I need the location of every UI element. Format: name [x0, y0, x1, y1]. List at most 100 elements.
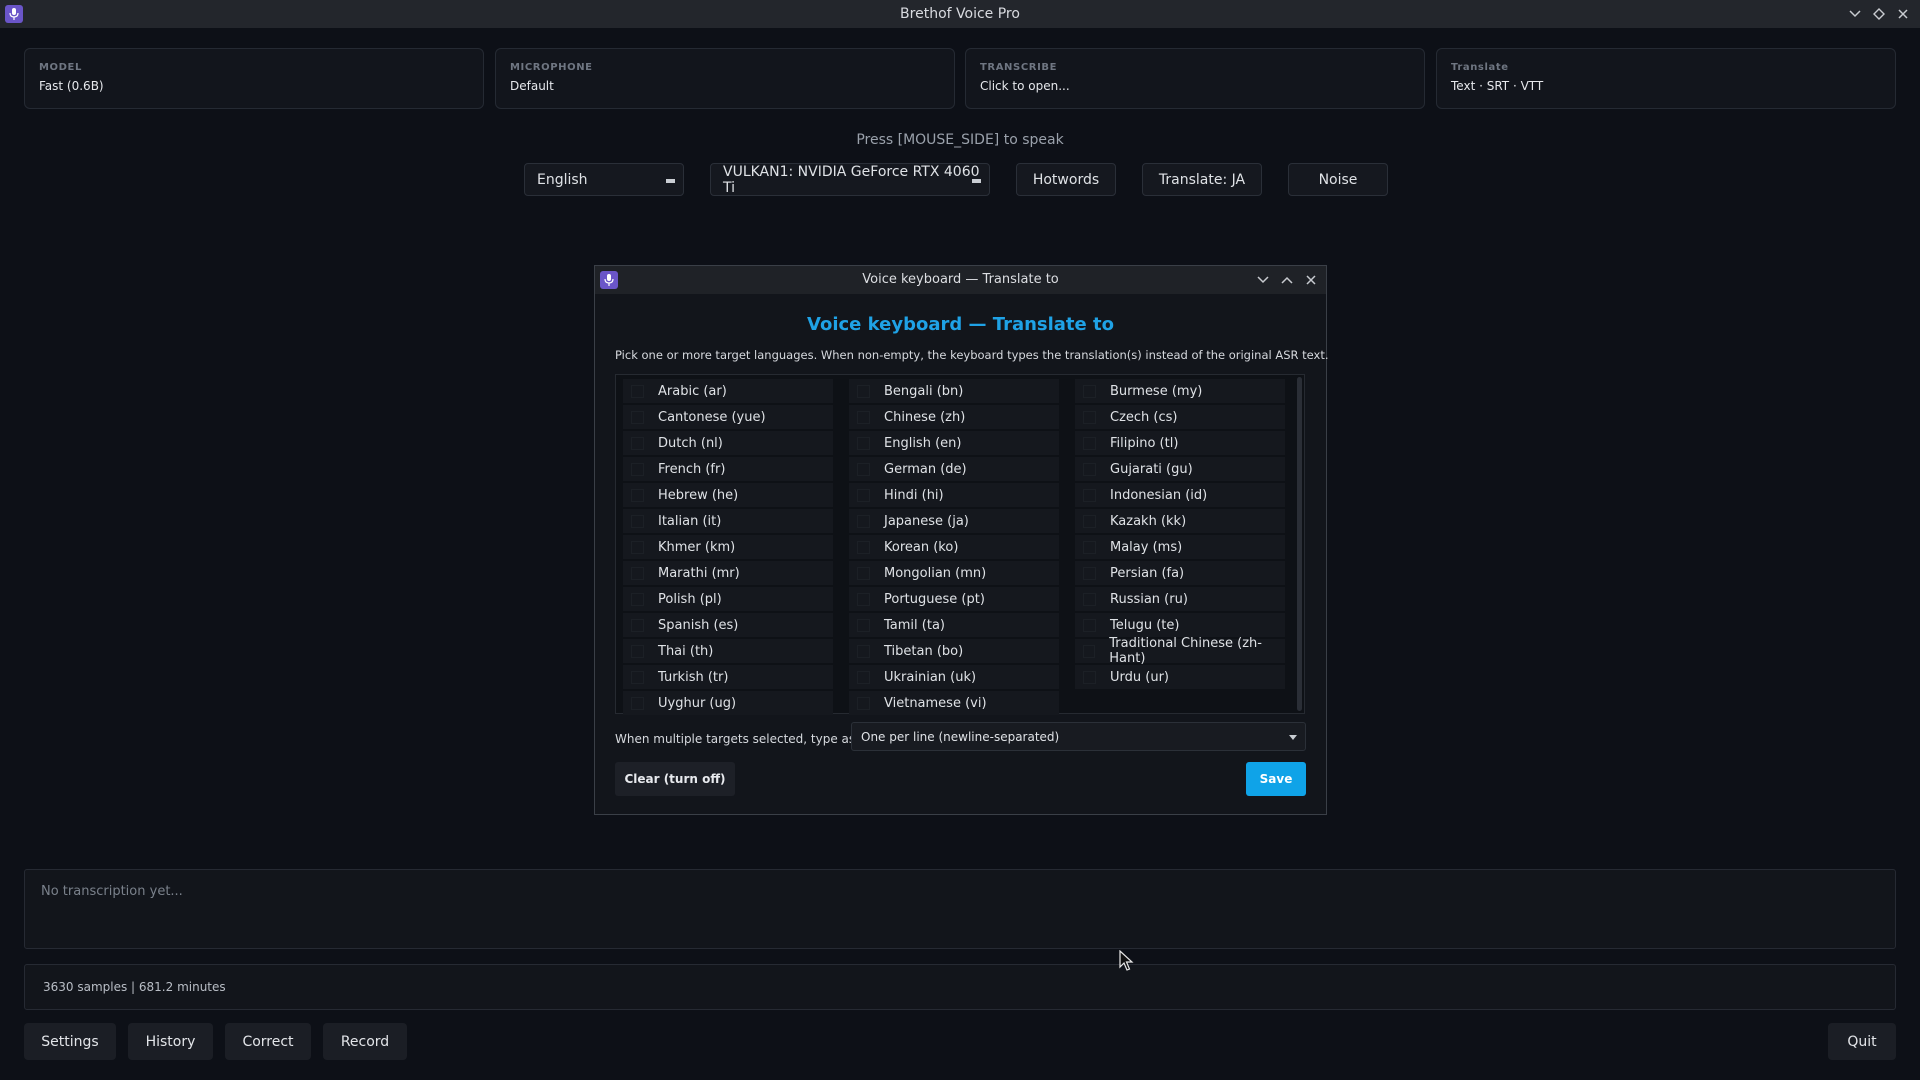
language-option[interactable]: Tibetan (bo): [849, 639, 1059, 663]
translate-card[interactable]: Translate Text · SRT · VTT: [1436, 48, 1896, 109]
language-option[interactable]: Thai (th): [623, 639, 833, 663]
language-option[interactable]: Turkish (tr): [623, 665, 833, 689]
save-button[interactable]: Save: [1246, 762, 1306, 796]
language-option[interactable]: Hindi (hi): [849, 483, 1059, 507]
chevron-down-icon[interactable]: [1846, 4, 1864, 24]
language-option[interactable]: Polish (pl): [623, 587, 833, 611]
language-option[interactable]: Japanese (ja): [849, 509, 1059, 533]
language-checkbox[interactable]: [1083, 618, 1096, 632]
language-option[interactable]: German (de): [849, 457, 1059, 481]
language-option[interactable]: Spanish (es): [623, 613, 833, 637]
language-option[interactable]: French (fr): [623, 457, 833, 481]
language-checkbox[interactable]: [857, 566, 870, 580]
clear-button[interactable]: Clear (turn off): [615, 762, 735, 796]
language-option[interactable]: Traditional Chinese (zh-Hant): [1075, 636, 1285, 666]
language-checkbox[interactable]: [631, 670, 644, 684]
language-checkbox[interactable]: [857, 436, 870, 450]
language-checkbox[interactable]: [631, 566, 644, 580]
scrollbar[interactable]: [1297, 377, 1302, 711]
language-option[interactable]: Portuguese (pt): [849, 587, 1059, 611]
language-checkbox[interactable]: [631, 488, 644, 502]
close-icon[interactable]: [1894, 4, 1912, 24]
language-checkbox[interactable]: [1083, 384, 1096, 398]
history-button[interactable]: History: [128, 1023, 213, 1060]
language-option[interactable]: Filipino (tl): [1075, 431, 1285, 455]
language-option[interactable]: Cantonese (yue): [623, 405, 833, 429]
language-option[interactable]: Korean (ko): [849, 535, 1059, 559]
language-checkbox[interactable]: [1083, 670, 1096, 684]
language-checkbox[interactable]: [631, 696, 644, 710]
close-icon[interactable]: [1302, 270, 1320, 290]
transcribe-card[interactable]: TRANSCRIBE Click to open...: [965, 48, 1425, 109]
language-option[interactable]: Hebrew (he): [623, 483, 833, 507]
language-checkbox[interactable]: [631, 644, 644, 658]
language-checkbox[interactable]: [1083, 566, 1096, 580]
language-checkbox[interactable]: [857, 540, 870, 554]
language-option[interactable]: Khmer (km): [623, 535, 833, 559]
record-button[interactable]: Record: [323, 1023, 407, 1060]
settings-button[interactable]: Settings: [24, 1023, 116, 1060]
diamond-icon[interactable]: [1870, 4, 1888, 24]
language-checkbox[interactable]: [857, 514, 870, 528]
language-option[interactable]: Persian (fa): [1075, 561, 1285, 585]
device-select[interactable]: VULKAN1: NVIDIA GeForce RTX 4060 Ti: [710, 163, 990, 196]
language-select[interactable]: English: [524, 163, 684, 196]
language-checkbox[interactable]: [1083, 488, 1096, 502]
language-checkbox[interactable]: [631, 462, 644, 476]
language-checkbox[interactable]: [857, 618, 870, 632]
language-option[interactable]: Arabic (ar): [623, 379, 833, 403]
maximize-icon[interactable]: [1278, 270, 1296, 290]
language-option[interactable]: Ukrainian (uk): [849, 665, 1059, 689]
language-checkbox[interactable]: [1083, 462, 1096, 476]
language-option[interactable]: Tamil (ta): [849, 613, 1059, 637]
language-checkbox[interactable]: [857, 462, 870, 476]
transcription-output[interactable]: No transcription yet...: [24, 869, 1896, 949]
language-option[interactable]: English (en): [849, 431, 1059, 455]
hotwords-button[interactable]: Hotwords: [1016, 163, 1116, 196]
language-checkbox[interactable]: [1083, 410, 1096, 424]
language-checkbox[interactable]: [857, 410, 870, 424]
microphone-card[interactable]: MICROPHONE Default: [495, 48, 955, 109]
language-option[interactable]: Indonesian (id): [1075, 483, 1285, 507]
language-option[interactable]: Dutch (nl): [623, 431, 833, 455]
language-option[interactable]: Italian (it): [623, 509, 833, 533]
noise-button[interactable]: Noise: [1288, 163, 1388, 196]
language-checkbox[interactable]: [1083, 514, 1096, 528]
language-checkbox[interactable]: [857, 592, 870, 606]
language-list[interactable]: Arabic (ar) Bengali (bn) Burmese (my) Canto…: [615, 374, 1305, 715]
language-option[interactable]: Kazakh (kk): [1075, 509, 1285, 533]
language-checkbox[interactable]: [1083, 592, 1096, 606]
language-checkbox[interactable]: [1083, 540, 1096, 554]
minimize-icon[interactable]: [1254, 270, 1272, 290]
language-checkbox[interactable]: [631, 618, 644, 632]
language-checkbox[interactable]: [631, 436, 644, 450]
language-option[interactable]: Gujarati (gu): [1075, 457, 1285, 481]
language-option[interactable]: Urdu (ur): [1075, 665, 1285, 689]
language-option[interactable]: Vietnamese (vi): [849, 691, 1059, 715]
language-checkbox[interactable]: [1083, 644, 1096, 658]
language-checkbox[interactable]: [631, 540, 644, 554]
language-option[interactable]: Marathi (mr): [623, 561, 833, 585]
translate-button[interactable]: Translate: JA: [1142, 163, 1262, 196]
language-option[interactable]: Chinese (zh): [849, 405, 1059, 429]
multi-target-select[interactable]: One per line (newline-separated): [851, 722, 1306, 751]
quit-button[interactable]: Quit: [1828, 1023, 1896, 1060]
language-checkbox[interactable]: [857, 670, 870, 684]
language-option[interactable]: Bengali (bn): [849, 379, 1059, 403]
language-checkbox[interactable]: [631, 410, 644, 424]
language-checkbox[interactable]: [857, 696, 870, 710]
language-checkbox[interactable]: [631, 592, 644, 606]
language-option[interactable]: Malay (ms): [1075, 535, 1285, 559]
language-checkbox[interactable]: [857, 644, 870, 658]
language-option[interactable]: Russian (ru): [1075, 587, 1285, 611]
model-card[interactable]: MODEL Fast (0.6B): [24, 48, 484, 109]
language-option[interactable]: Czech (cs): [1075, 405, 1285, 429]
language-option[interactable]: Mongolian (mn): [849, 561, 1059, 585]
language-option[interactable]: Uyghur (ug): [623, 691, 833, 715]
language-option[interactable]: Burmese (my): [1075, 379, 1285, 403]
language-checkbox[interactable]: [631, 514, 644, 528]
language-checkbox[interactable]: [631, 384, 644, 398]
language-checkbox[interactable]: [857, 488, 870, 502]
correct-button[interactable]: Correct: [225, 1023, 311, 1060]
language-checkbox[interactable]: [857, 384, 870, 398]
